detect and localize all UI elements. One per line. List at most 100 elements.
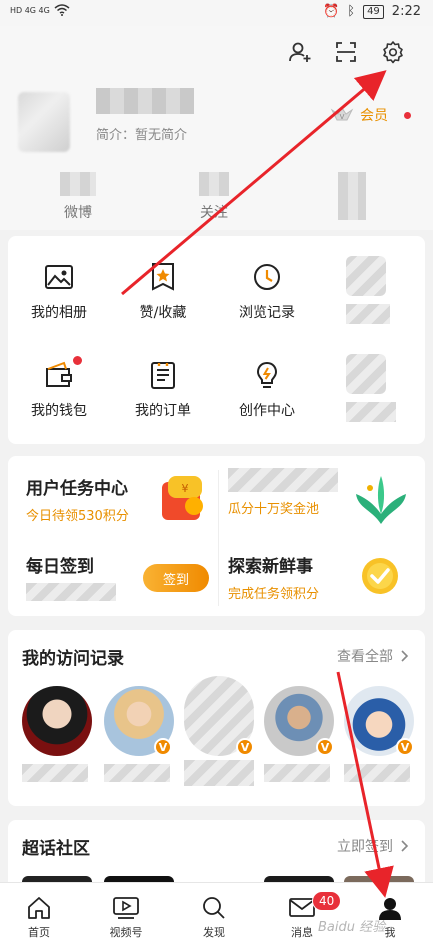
blurred-sub	[26, 583, 116, 601]
super-topic-signin[interactable]: 立即签到	[337, 836, 409, 856]
vip-red-dot	[404, 111, 411, 119]
settings-button[interactable]	[379, 38, 407, 66]
grid-item-album[interactable]: 我的相册	[9, 262, 109, 322]
super-topic-card: 超话社区 立即签到	[8, 820, 425, 890]
coin-pack-icon: ¥	[158, 472, 210, 524]
vip-entry[interactable]: V 会员	[330, 105, 411, 125]
feature-grid-card: 我的相册 赞/收藏 浏览记录 我的钱包 我的订单 创作中心	[8, 236, 425, 444]
grid-item-history[interactable]: 浏览记录	[217, 262, 317, 322]
grid-item-likes[interactable]: 赞/收藏	[113, 262, 213, 322]
order-icon	[151, 362, 175, 389]
blurred-name	[22, 764, 88, 782]
task-center-entry[interactable]: 用户任务中心 今日待领530积分	[26, 474, 129, 524]
explore-sub: 完成任务领积分	[228, 587, 320, 602]
chevron-right-icon	[401, 650, 409, 662]
jackpot-entry[interactable]: 瓜分十万奖金池	[228, 468, 338, 517]
blurred-name	[344, 764, 410, 782]
stat-number-blurred	[199, 172, 229, 196]
home-icon	[28, 897, 50, 919]
visit-records-card: 我的访问记录 查看全部 V V V V	[8, 630, 425, 806]
tasks-card: 用户任务中心 今日待领530积分 ¥ 瓜分十万奖金池 每日签到 签到 探索新鲜事…	[8, 456, 425, 616]
stat-label: 关注	[200, 205, 228, 221]
alarm-icon: ⏰	[323, 4, 340, 19]
scan-button[interactable]	[332, 38, 360, 66]
view-all-label: 查看全部	[337, 649, 393, 665]
nav-label: 视频号	[109, 926, 143, 939]
bluetooth-icon: ᛒ	[347, 4, 356, 19]
wallet-icon	[46, 361, 72, 387]
grid-label: 我的相册	[31, 305, 87, 321]
verified-badge-icon: V	[396, 738, 414, 756]
visit-view-all[interactable]: 查看全部	[337, 646, 409, 666]
grid-label: 赞/收藏	[139, 305, 187, 321]
super-topic-title: 超话社区	[22, 839, 90, 859]
add-friend-button[interactable]	[286, 38, 314, 66]
vip-crown-icon: V	[330, 107, 354, 121]
grid-item-wallet[interactable]: 我的钱包	[9, 360, 109, 420]
grid-item-orders[interactable]: 我的订单	[113, 360, 213, 420]
svg-text:V: V	[340, 113, 345, 121]
blurred-name	[104, 764, 170, 782]
status-bar: HD 4G 4G ⏰ ᛒ 49 2:22	[0, 0, 433, 26]
explore-entry[interactable]: 探索新鲜事 完成任务领积分	[228, 552, 319, 602]
nav-home[interactable]: 首页	[9, 895, 69, 940]
blurred-grid-label[interactable]	[346, 304, 390, 324]
grid-label: 浏览记录	[239, 305, 295, 321]
plant-icon	[352, 470, 410, 528]
nav-discover[interactable]: 发现	[184, 895, 244, 940]
visit-item-4[interactable]	[264, 686, 334, 782]
explore-title: 探索新鲜事	[228, 557, 313, 577]
message-count-badge: 40	[312, 891, 342, 911]
profile-intro[interactable]: 简介：暂无简介	[96, 124, 187, 143]
grid-label: 我的钱包	[31, 403, 87, 419]
stat-number-blurred	[338, 172, 366, 220]
blurred-grid-icon	[346, 354, 386, 394]
stat-number-blurred	[60, 172, 96, 196]
stat-label: 微博	[64, 205, 92, 221]
battery-level: 49	[363, 4, 384, 19]
task-center-sub: 今日待领530积分	[26, 509, 129, 524]
bulb-icon	[256, 361, 278, 388]
chevron-right-icon	[401, 840, 409, 852]
task-center-title: 用户任务中心	[26, 479, 128, 499]
stat-weibo[interactable]: 微博	[48, 172, 108, 222]
blurred-name	[184, 760, 254, 786]
avatar[interactable]	[18, 92, 70, 152]
daily-signin-entry[interactable]: 每日签到	[26, 552, 116, 601]
scan-icon	[336, 42, 356, 62]
blurred-title	[228, 468, 338, 492]
task-divider	[218, 470, 219, 606]
stat-followers[interactable]	[322, 172, 382, 226]
visit-item-2[interactable]	[104, 686, 174, 782]
add-user-icon	[289, 42, 311, 62]
grid-label: 我的订单	[135, 403, 191, 419]
video-icon	[113, 897, 139, 919]
grid-item-creator[interactable]: 创作中心	[217, 360, 317, 420]
svg-text:¥: ¥	[182, 482, 189, 495]
grid-label: 创作中心	[239, 403, 295, 419]
signin-label: 立即签到	[337, 839, 393, 855]
clock: 2:22	[391, 4, 421, 19]
avatar	[22, 686, 92, 756]
visit-item-3[interactable]	[184, 676, 254, 786]
sign-in-button[interactable]: 签到	[143, 564, 209, 592]
visit-records-title: 我的访问记录	[22, 649, 124, 669]
jackpot-sub: 瓜分十万奖金池	[228, 502, 320, 517]
search-icon	[203, 897, 225, 919]
blurred-grid-label[interactable]	[346, 402, 396, 422]
blurred-name	[264, 764, 330, 782]
star-bookmark-icon	[152, 263, 174, 291]
wallet-red-dot	[73, 356, 82, 365]
history-icon	[254, 264, 280, 290]
visit-item-5[interactable]	[344, 686, 414, 782]
stat-following[interactable]: 关注	[184, 172, 244, 222]
daily-signin-title: 每日签到	[26, 557, 94, 577]
nav-label: 首页	[28, 926, 50, 939]
nav-label: 发现	[203, 926, 225, 939]
vip-label: 会员	[360, 108, 388, 124]
status-right: ⏰ ᛒ 49 2:22	[323, 4, 421, 19]
username-blurred[interactable]	[96, 88, 194, 114]
nav-video[interactable]: 视频号	[96, 895, 156, 940]
wifi-icon	[54, 4, 70, 16]
visit-item-1[interactable]	[22, 686, 92, 782]
